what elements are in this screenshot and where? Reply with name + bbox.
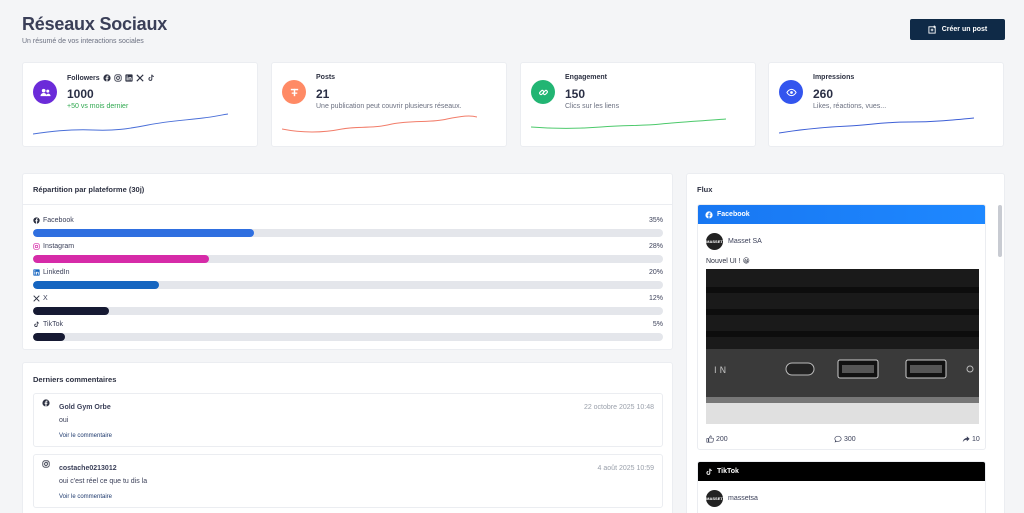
create-post-label: Créer un post (941, 26, 988, 33)
latest-comments-card: Derniers commentaires Gold Gym Orbe 22 o… (22, 362, 673, 513)
instagram-icon (114, 74, 122, 82)
page-subtitle: Un résumé de vos interactions sociales (22, 38, 144, 45)
linkedin-icon (125, 74, 133, 82)
stat-value: 150 (565, 87, 586, 101)
comment-date: 4 août 2025 10:59 (597, 465, 654, 472)
platform-percent: 28% (648, 243, 663, 250)
feed-post-facebook: Facebook MASSET Masset SA Nouvel UI ! 😀 (697, 204, 986, 450)
feed-post-author: massetsa (728, 495, 758, 502)
platform-bar-facebook: Facebook 35% (33, 217, 663, 237)
comment-item: costache0213012 4 août 2025 10:59 oui c'… (33, 454, 663, 508)
stat-value: 1000 (67, 87, 94, 101)
feed-card: Flux Facebook MASSET Masset SA Nouvel UI… (686, 173, 1005, 513)
comment-author: Gold Gym Orbe (59, 404, 111, 411)
linkedin-icon (33, 269, 40, 276)
stat-label: Impressions (813, 74, 855, 81)
feed-post-tiktok: TikTok MASSET massetsa (697, 461, 986, 513)
create-post-button[interactable]: Créer un post (910, 19, 1005, 40)
product-photo: I N (706, 269, 979, 424)
platform-bar-fill (33, 229, 254, 237)
avatar: MASSET (706, 233, 723, 250)
comment-text: oui c'est réel ce que tu dis la (59, 478, 148, 485)
followers-trend-line (33, 113, 228, 135)
view-comment-link[interactable]: Voir le commentaire (59, 494, 112, 500)
stat-card-impressions: Impressions 260 Likes, réactions, vues..… (768, 62, 1004, 147)
platform-bar-fill (33, 333, 65, 341)
divider (23, 204, 672, 205)
platform-bar-tiktok: TikTok 5% (33, 321, 663, 341)
avatar: MASSET (706, 490, 723, 507)
add-post-icon (928, 25, 936, 34)
platform-name: Facebook (43, 217, 74, 224)
platform-bar-linkedin: LinkedIn 20% (33, 269, 663, 289)
comment-item: Gold Gym Orbe 22 octobre 2025 10:48 oui … (33, 393, 663, 447)
share-icon (962, 436, 970, 443)
stat-label: Posts (316, 74, 336, 81)
shares-count[interactable]: 10 (962, 435, 980, 443)
platform-name: TikTok (43, 321, 63, 328)
platform-name: X (43, 295, 48, 302)
platform-bar-instagram: Instagram 28% (33, 243, 663, 263)
facebook-icon (42, 399, 50, 407)
section-title: Flux (697, 185, 713, 194)
section-title: Derniers commentaires (33, 375, 117, 384)
stat-card-followers: Followers 1000 +50 vs mois dernier (22, 62, 258, 147)
platform-name: Instagram (43, 243, 75, 250)
view-comment-link[interactable]: Voir le commentaire (59, 433, 112, 439)
stat-card-posts: Posts 21 Une publication peut couvrir pl… (271, 62, 507, 147)
facebook-icon (705, 210, 713, 219)
platform-bar-fill (33, 255, 210, 263)
x-icon (136, 74, 144, 82)
platform-distribution-card: Répartition par plateforme (30j) Faceboo… (22, 173, 673, 350)
tiktok-icon (148, 74, 154, 81)
thumbs-up-icon (706, 435, 714, 443)
platform-bar-fill (33, 281, 159, 289)
engagement-trend-line (531, 118, 726, 129)
tiktok-icon (706, 468, 712, 475)
comments-count[interactable]: 300 (834, 435, 856, 443)
feed-post-author: Masset SA (728, 238, 762, 245)
impressions-trend-line (779, 117, 974, 134)
feed-platform-name: Facebook (717, 211, 750, 218)
feed-post-header: Facebook (698, 205, 985, 224)
comment-author: costache0213012 (59, 465, 117, 472)
platform-percent: 35% (648, 217, 663, 224)
stat-value: 21 (316, 87, 330, 101)
likes-count[interactable]: 200 (706, 435, 728, 443)
feed-scrollbar[interactable] (998, 205, 1002, 257)
instagram-icon (42, 460, 50, 468)
feed-platform-name: TikTok (717, 468, 739, 475)
instagram-icon (33, 243, 40, 250)
stat-card-engagement: Engagement 150 Clics sur les liens (520, 62, 756, 147)
feed-scroll-area[interactable]: Facebook MASSET Masset SA Nouvel UI ! 😀 (687, 203, 995, 513)
document-icon (282, 80, 306, 104)
platform-bar-fill (33, 307, 109, 315)
facebook-icon (103, 74, 111, 82)
stat-label: Engagement (565, 74, 608, 81)
platform-percent: 12% (648, 295, 663, 302)
platform-name: LinkedIn (43, 269, 70, 276)
section-title: Répartition par plateforme (30j) (33, 185, 145, 194)
stat-label: Followers (67, 74, 155, 82)
link-icon (531, 80, 555, 104)
platform-percent: 20% (648, 269, 663, 276)
feed-post-text: Nouvel UI ! 😀 (706, 258, 750, 265)
posts-trend-line (282, 115, 477, 133)
feed-post-header: TikTok (698, 462, 985, 481)
feed-post-image[interactable]: I N (706, 269, 979, 424)
facebook-icon (33, 217, 40, 224)
comment-text: oui (59, 417, 69, 424)
x-icon (33, 295, 40, 302)
tiktok-icon (34, 321, 40, 327)
platform-percent: 5% (652, 321, 663, 328)
comment-date: 22 octobre 2025 10:48 (583, 404, 654, 411)
users-icon (33, 80, 57, 104)
svg-text:I N: I N (714, 366, 726, 376)
eye-icon (779, 80, 803, 104)
stat-value: 260 (813, 87, 834, 101)
platform-bar-x: X 12% (33, 295, 663, 315)
comment-icon (834, 435, 842, 443)
page-title: Réseaux Sociaux (22, 14, 168, 34)
